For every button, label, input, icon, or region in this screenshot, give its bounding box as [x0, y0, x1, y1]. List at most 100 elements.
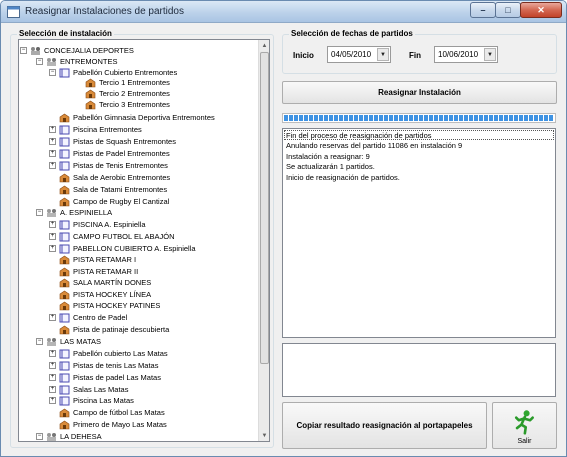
expand-icon[interactable]: + — [49, 362, 56, 369]
start-date-label: Inicio — [293, 51, 314, 60]
court-house-icon — [59, 267, 70, 277]
tree-node-label: LA DEHESA — [60, 432, 102, 441]
tree-node[interactable]: SALA MARTÍN DONES — [49, 277, 151, 288]
exit-button[interactable]: Salir — [492, 402, 557, 449]
users-group-icon — [46, 337, 57, 347]
expand-icon[interactable]: + — [49, 162, 56, 169]
tree-node[interactable]: + Pistas de Squash Entremontes — [49, 136, 176, 147]
end-date-picker[interactable]: 10/06/2010 ▼ — [434, 46, 498, 63]
tree-node[interactable]: PISTA HOCKEY PATINES — [49, 300, 160, 311]
tree-node[interactable]: PISTA RETAMAR II — [49, 266, 138, 277]
tree-node[interactable]: Campo de fútbol Las Matas — [49, 407, 165, 418]
expand-icon[interactable]: + — [49, 138, 56, 145]
installation-tree[interactable]: − CONCEJALIA DEPORTES − ENTREMONTES − Pabelló… — [18, 39, 270, 442]
tree-node[interactable]: Tercio 1 Entremontes — [75, 77, 170, 88]
tree-node[interactable]: + CAMPO FUTBOL EL ABAJÓN — [49, 231, 175, 242]
tree-node-label: PISTA RETAMAR I — [73, 255, 137, 264]
log-line[interactable]: Inicio de reasignación de partidos. — [286, 172, 400, 182]
collapse-icon[interactable]: − — [36, 338, 43, 345]
tree-node[interactable]: + Salas Las Matas — [49, 384, 128, 395]
window-app-icon — [7, 6, 20, 18]
tree-node[interactable]: + Pistas de Tenis Entremontes — [49, 160, 168, 171]
tree-node[interactable]: − LAS MATAS — [36, 336, 101, 347]
tree-node-label: Tercio 3 Entremontes — [99, 100, 170, 109]
tree-node[interactable]: − LA DEHESA — [36, 431, 102, 441]
expand-icon[interactable]: + — [49, 314, 56, 321]
log-line[interactable]: Se actualizarán 1 partidos. — [286, 162, 375, 172]
tree-node[interactable]: + Centro de Padel — [49, 312, 127, 323]
tree-node[interactable]: − CONCEJALIA DEPORTES — [20, 45, 134, 56]
tree-node[interactable]: + Pabellón cubierto Las Matas — [49, 348, 168, 359]
tree-node-label: Campo de Rugby El Cantizal — [73, 197, 170, 206]
tree-node[interactable]: Sala de Tatami Entremontes — [49, 184, 167, 195]
expand-icon[interactable]: + — [49, 350, 56, 357]
log-line[interactable]: Instalación a reasignar: 9 — [286, 151, 370, 161]
title-bar[interactable]: Reasignar Instalaciones de partidos – □ … — [1, 1, 566, 23]
tree-node-label: Pabellón Cubierto Entremontes — [73, 68, 178, 77]
tree-vertical-scrollbar[interactable]: ▲ ▼ — [258, 40, 269, 441]
tree-node[interactable]: + Piscina Las Matas — [49, 395, 134, 406]
court-house-icon — [59, 301, 70, 311]
log-line[interactable]: Anulando reservas del partido 11086 en i… — [286, 141, 462, 151]
tree-node[interactable]: + Pistas de padel Las Matas — [49, 372, 161, 383]
tree-node[interactable]: + Pistas de Padel Entremontes — [49, 148, 170, 159]
expand-icon[interactable]: + — [49, 386, 56, 393]
expand-icon[interactable]: + — [49, 397, 56, 404]
maximize-button[interactable]: □ — [495, 2, 521, 18]
result-log-list[interactable]: Fin del proceso de reasignación de parti… — [282, 128, 556, 338]
facility-book-icon — [59, 137, 70, 147]
expand-icon[interactable]: + — [49, 150, 56, 157]
tree-node[interactable]: − ENTREMONTES — [36, 56, 118, 67]
end-date-dropdown-button[interactable]: ▼ — [484, 48, 496, 61]
tree-node[interactable]: Tercio 3 Entremontes — [75, 99, 170, 110]
court-house-icon — [59, 420, 70, 430]
users-group-icon — [46, 208, 57, 218]
collapse-icon[interactable]: − — [36, 433, 43, 440]
start-date-dropdown-button[interactable]: ▼ — [377, 48, 389, 61]
collapse-icon[interactable]: − — [20, 47, 27, 54]
scroll-thumb[interactable] — [260, 52, 269, 364]
tree-node[interactable]: + PISCINA A. Espiniella — [49, 219, 146, 230]
scroll-up-button[interactable]: ▲ — [260, 40, 269, 51]
expand-icon[interactable]: + — [49, 233, 56, 240]
tree-node-label: PISTA HOCKEY PATINES — [73, 301, 161, 310]
tree-node[interactable]: Pista de patinaje descubierta — [49, 324, 169, 335]
secondary-output-area[interactable] — [282, 343, 556, 397]
tree-node[interactable]: Tercio 2 Entremontes — [75, 88, 170, 99]
start-date-value: 04/05/2010 — [331, 50, 372, 59]
reassign-window: Reasignar Instalaciones de partidos – □ … — [0, 0, 567, 457]
tree-node-label: Salas Las Matas — [73, 385, 129, 394]
tree-node[interactable]: Sala de Aerobic Entremontes — [49, 172, 170, 183]
tree-node-label: ENTREMONTES — [60, 57, 118, 66]
scroll-down-button[interactable]: ▼ — [260, 430, 269, 441]
minimize-button[interactable]: – — [470, 2, 496, 18]
facility-book-icon — [59, 313, 70, 323]
expand-icon[interactable]: + — [49, 126, 56, 133]
tree-node[interactable]: − A. ESPINIELLA — [36, 207, 112, 218]
tree-node[interactable]: + Pistas de tenis Las Matas — [49, 360, 158, 371]
tree-node-label: Pabellón cubierto Las Matas — [73, 349, 168, 358]
tree-node[interactable]: + Piscina Entremontes — [49, 124, 142, 135]
facility-book-icon — [59, 68, 70, 78]
tree-node[interactable]: Campo de Rugby El Cantizal — [49, 196, 169, 207]
tree-node-label: A. ESPINIELLA — [60, 208, 113, 217]
collapse-icon[interactable]: − — [49, 69, 56, 76]
expand-icon[interactable]: + — [49, 374, 56, 381]
log-line[interactable]: Fin del proceso de reasignación de parti… — [284, 130, 554, 140]
expand-icon[interactable]: + — [49, 221, 56, 228]
expand-icon[interactable]: + — [49, 245, 56, 252]
reassign-button[interactable]: Reasignar Instalación — [282, 81, 557, 104]
tree-node[interactable]: Primero de Mayo Las Matas — [49, 419, 167, 430]
tree-node[interactable]: PISTA RETAMAR I — [49, 254, 136, 265]
tree-node[interactable]: + PABELLON CUBIERTO A. Espiniella — [49, 243, 196, 254]
collapse-icon[interactable]: − — [36, 209, 43, 216]
start-date-picker[interactable]: 04/05/2010 ▼ — [327, 46, 391, 63]
close-button[interactable]: ✕ — [520, 2, 562, 18]
end-date-label: Fin — [409, 51, 421, 60]
tree-node[interactable]: PISTA HOCKEY LÍNEA — [49, 289, 151, 300]
copy-to-clipboard-button[interactable]: Copiar resultado reasignación al portapa… — [282, 402, 487, 449]
collapse-icon[interactable]: − — [36, 58, 43, 65]
tree-node-label: Tercio 2 Entremontes — [99, 89, 170, 98]
tree-node[interactable]: Pabellón Gimnasia Deportiva Entremontes — [49, 112, 215, 123]
facility-book-icon — [59, 220, 70, 230]
